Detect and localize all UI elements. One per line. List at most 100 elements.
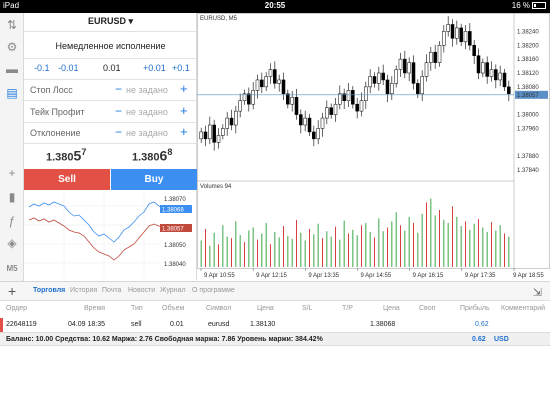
candle-body xyxy=(450,24,455,39)
candle-body xyxy=(472,45,476,56)
objects-icon[interactable]: ◈ xyxy=(4,235,20,251)
volume-value[interactable]: 0.01 xyxy=(103,63,121,73)
candle-body xyxy=(264,76,268,88)
ask-price: 1.38068 xyxy=(132,147,173,164)
indicator-icon[interactable]: ƒ xyxy=(4,213,20,229)
candle-body xyxy=(446,24,450,32)
price-chart-svg: EURUSD, M5 Volumes 94 1.38240 1.38200 1.38… xyxy=(197,13,550,279)
cell-order: 22648119 xyxy=(6,321,37,328)
take-profit-value[interactable]: не задано xyxy=(126,107,168,117)
tick-chart: 1.38068 1.38057 1.38070 1.38050 1.38040 xyxy=(24,192,197,280)
candle-body xyxy=(459,27,463,43)
stop-loss-plus-button[interactable]: + xyxy=(180,81,188,96)
tab-news[interactable]: Новости xyxy=(128,287,155,294)
candle-body xyxy=(329,107,333,115)
candle-body xyxy=(381,72,385,81)
candle-body xyxy=(355,103,359,112)
candle-body xyxy=(398,58,403,70)
quotes-icon[interactable]: ⇅ xyxy=(4,17,20,33)
candle-body xyxy=(420,76,424,95)
col-volume: Объем xyxy=(162,305,185,312)
col-swap: Своп xyxy=(419,305,436,312)
sell-marker xyxy=(0,318,3,332)
candle-body xyxy=(316,128,320,140)
candle-body xyxy=(247,93,251,105)
candle-body xyxy=(507,86,511,95)
tab-about[interactable]: О программе xyxy=(192,287,235,294)
chart-title: EURUSD, M5 xyxy=(200,16,238,22)
deviation-label: Отклонение xyxy=(30,128,81,138)
new-order-button[interactable]: + xyxy=(8,283,16,299)
candle-body xyxy=(481,62,485,74)
symbol-selector[interactable]: EURUSD ▾ xyxy=(24,16,197,27)
candle-body xyxy=(385,79,390,95)
take-profit-minus-button[interactable]: − xyxy=(115,104,122,118)
stop-loss-value[interactable]: не задано xyxy=(126,85,168,95)
tab-trade[interactable]: Торговля xyxy=(33,287,65,294)
time-tick-label: 9 Apr 12:15 xyxy=(256,273,287,279)
candle-body xyxy=(312,131,316,140)
col-current-price: Цена xyxy=(383,305,400,312)
volume-minus-0-1-button[interactable]: -0.1 xyxy=(34,63,50,73)
volume-minus-0-01-button[interactable]: -0.01 xyxy=(58,63,79,73)
time-axis: 9 Apr 10:55 9 Apr 12:15 9 Apr 13:35 9 Apr 1… xyxy=(200,268,544,279)
candle-body xyxy=(476,55,481,74)
timeframe-button[interactable]: M5 xyxy=(4,261,20,277)
order-panel: EURUSD ▾ Немедленное исполнение -0.1 -0.… xyxy=(24,13,197,192)
candle-body xyxy=(468,31,472,46)
candle-body xyxy=(338,93,342,105)
stop-loss-minus-button[interactable]: − xyxy=(115,82,122,96)
candle-body xyxy=(372,76,377,84)
tab-history[interactable]: История xyxy=(70,287,97,294)
tab-mail[interactable]: Почта xyxy=(102,287,121,294)
candle-body xyxy=(502,72,507,88)
deviation-minus-button[interactable]: − xyxy=(115,125,122,139)
candle-body xyxy=(325,107,329,119)
candle-body xyxy=(225,117,229,129)
accounts-icon[interactable]: ⚙ xyxy=(4,39,20,55)
chat-icon[interactable]: ▬ xyxy=(4,61,20,77)
candle-body xyxy=(359,100,364,112)
divider xyxy=(24,58,197,59)
bid-price: 1.38057 xyxy=(46,147,87,164)
battery-icon xyxy=(532,2,546,10)
col-price: Цена xyxy=(257,305,274,312)
sell-button[interactable]: Sell xyxy=(24,169,110,190)
candle-body xyxy=(203,131,208,140)
candle-body xyxy=(498,72,502,81)
candle-body xyxy=(199,131,203,140)
candle-body xyxy=(351,90,355,105)
buy-button[interactable]: Buy xyxy=(111,169,197,190)
candle-body xyxy=(494,69,498,81)
time-tick-label: 9 Apr 14:55 xyxy=(361,273,392,279)
volume-plus-0-01-button[interactable]: +0.01 xyxy=(143,63,166,73)
time-tick-label: 9 Apr 10:55 xyxy=(204,273,235,279)
volume-plus-0-1-button[interactable]: +0.1 xyxy=(172,63,190,73)
candle-body xyxy=(433,51,437,63)
candle-body xyxy=(307,117,312,133)
candle-body xyxy=(455,27,459,39)
price-tick-label: 1.38200 xyxy=(517,43,539,49)
cell-type: sell xyxy=(131,321,142,328)
stop-loss-row: Стоп Лосс − не задано + xyxy=(30,81,192,97)
deviation-plus-button[interactable]: + xyxy=(180,124,188,139)
layout-toggle-icon[interactable]: ⇲ xyxy=(533,286,542,299)
candle-body xyxy=(390,83,394,95)
price-tick-label: 1.37840 xyxy=(517,168,539,174)
order-icon[interactable]: ▤ xyxy=(4,85,20,101)
deviation-value[interactable]: не задано xyxy=(126,128,168,138)
tick-chart-svg: 1.38068 1.38057 1.38070 1.38050 1.38040 xyxy=(24,192,192,278)
chart-type-icon[interactable]: ▮ xyxy=(4,189,20,205)
crosshair-icon[interactable]: + xyxy=(4,165,20,181)
summary-currency: USD xyxy=(494,336,509,343)
price-chart[interactable]: EURUSD, M5 Volumes 94 1.38240 1.38200 1.38… xyxy=(197,13,550,281)
price-tick-label: 1.38080 xyxy=(517,85,539,91)
take-profit-plus-button[interactable]: + xyxy=(180,103,188,118)
tab-journal[interactable]: Журнал xyxy=(160,287,186,294)
divider xyxy=(24,31,197,32)
col-comment: Комментарий xyxy=(501,305,546,312)
col-sl: S/L xyxy=(302,305,313,312)
execution-type[interactable]: Немедленное исполнение xyxy=(24,41,197,51)
position-row[interactable]: 22648119 04.09 18:35 sell 0.01 eurusd 1.… xyxy=(0,318,550,332)
deviation-row: Отклонение − не задано + xyxy=(30,124,192,140)
